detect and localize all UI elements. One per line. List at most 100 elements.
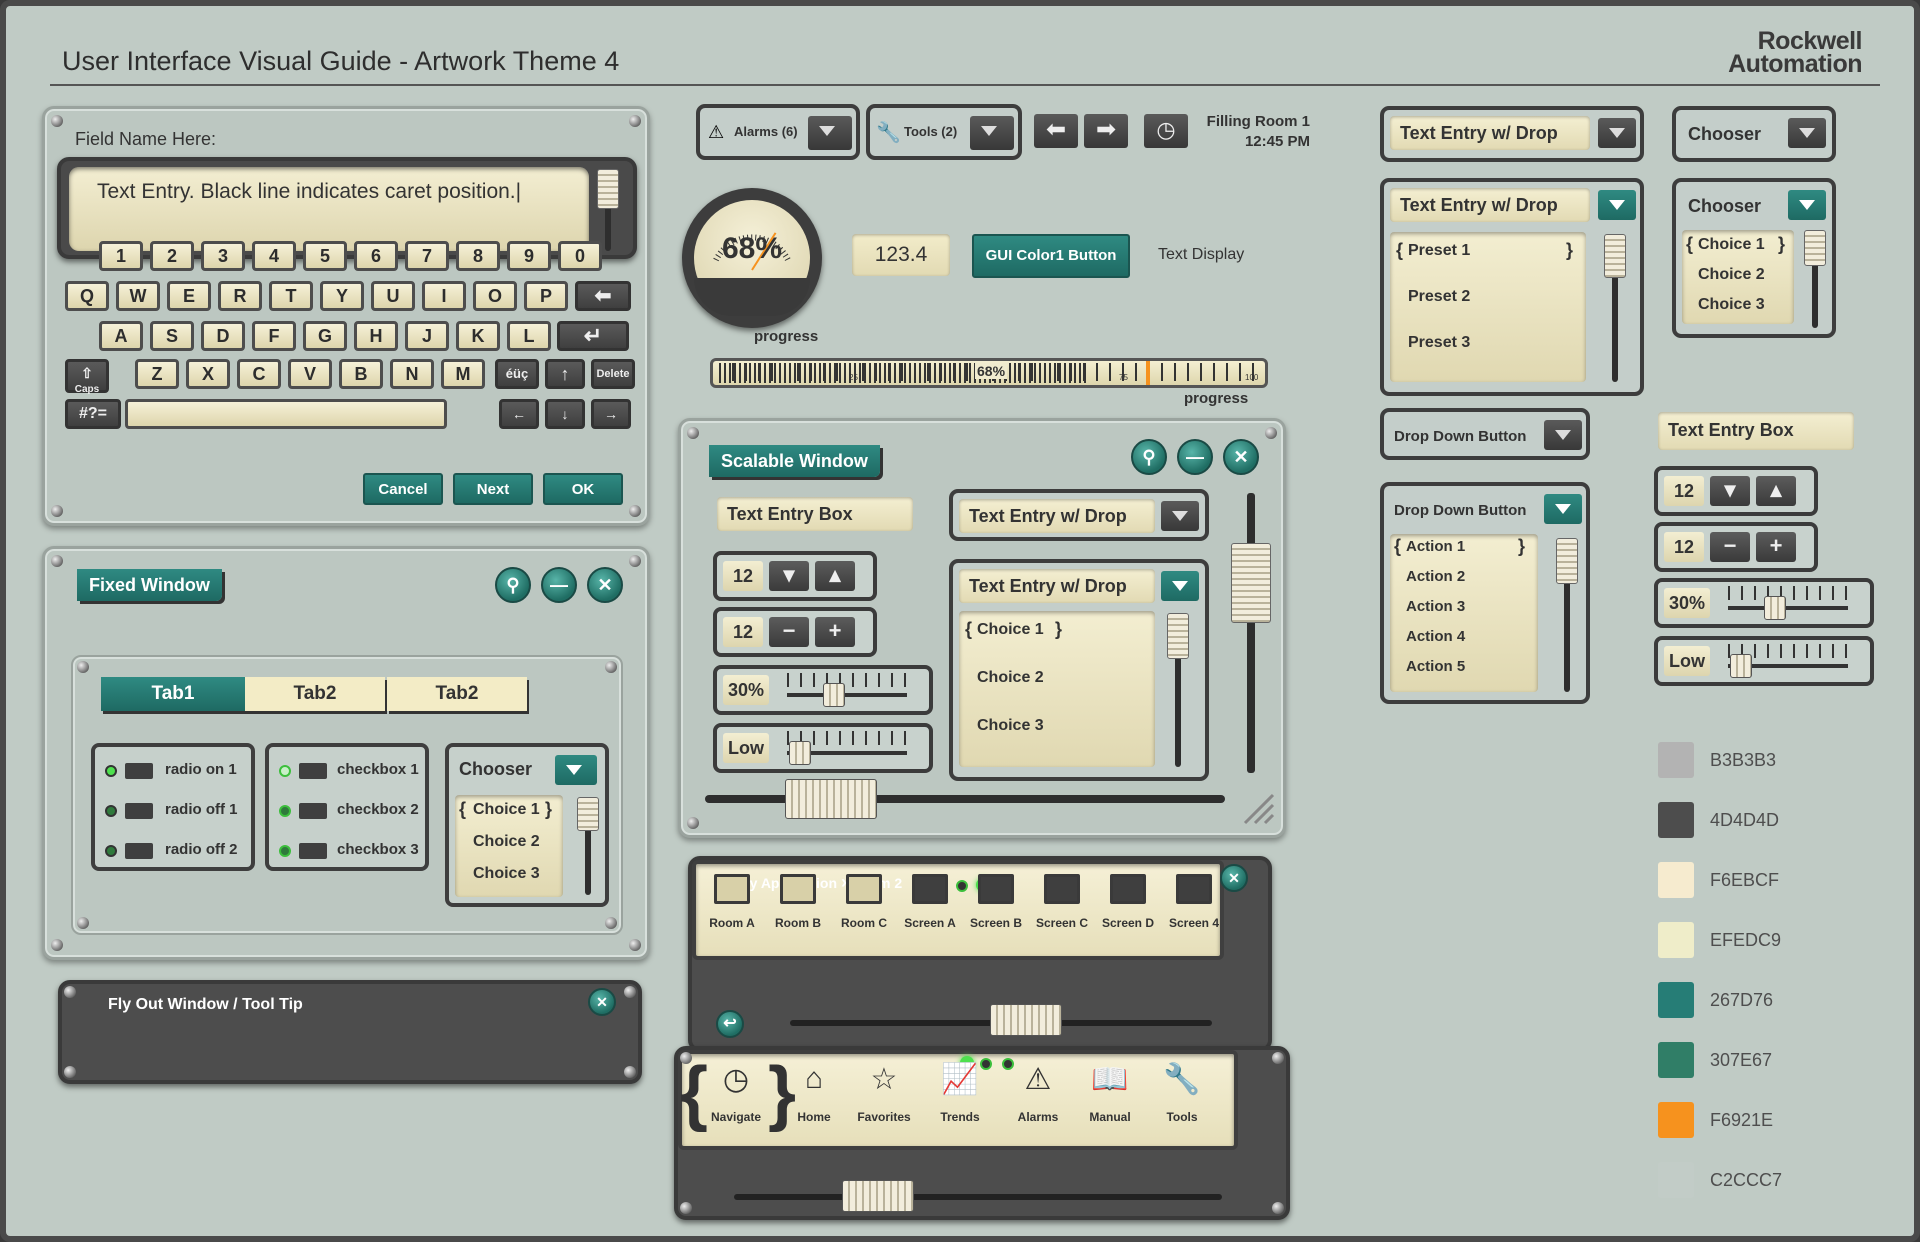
next-button[interactable]: Next: [453, 473, 533, 505]
preset-list[interactable]: { } Preset 1 Preset 2 Preset 3: [1390, 232, 1586, 382]
chevron-down-icon[interactable]: [1788, 118, 1826, 148]
text-entry-drop-field[interactable]: Text Entry w/ Drop: [959, 499, 1155, 533]
close-button[interactable]: ✕: [1223, 439, 1259, 475]
key-w[interactable]: W: [116, 281, 160, 311]
space-key[interactable]: [125, 399, 447, 429]
tab-1[interactable]: Tab1: [101, 677, 245, 711]
close-button[interactable]: ✕: [587, 567, 623, 603]
choice-item[interactable]: Choice 2: [473, 833, 540, 851]
room-icon[interactable]: [780, 874, 816, 904]
choice-list[interactable]: { } Choice 1 Choice 2 Choice 3: [959, 611, 1155, 767]
key-s[interactable]: S: [150, 321, 194, 351]
screen-icon[interactable]: [978, 874, 1014, 904]
app-item-label[interactable]: Screen D: [1096, 916, 1160, 930]
radio-indicator[interactable]: [105, 805, 117, 817]
nav-scroll-track[interactable]: [734, 1194, 1222, 1200]
text-entry-drop-field[interactable]: Text Entry w/ Drop: [959, 569, 1155, 603]
caps-key[interactable]: ⇧ Caps: [65, 359, 109, 395]
slider-track[interactable]: [1728, 606, 1848, 610]
nav-item-label[interactable]: Tools: [1148, 1110, 1216, 1124]
up-arrow-button[interactable]: ▴: [815, 561, 855, 591]
key-4[interactable]: 4: [252, 241, 296, 271]
slider-thumb[interactable]: [823, 683, 845, 707]
text-entry-box-right[interactable]: Text Entry Box: [1658, 412, 1854, 450]
key-7[interactable]: 7: [405, 241, 449, 271]
key-8[interactable]: 8: [456, 241, 500, 271]
chooser-right[interactable]: Chooser: [1672, 106, 1836, 162]
cancel-button[interactable]: Cancel: [363, 473, 443, 505]
delete-key[interactable]: Delete: [591, 359, 635, 389]
room-icon[interactable]: [846, 874, 882, 904]
chevron-down-icon[interactable]: [1598, 118, 1636, 148]
choice-item[interactable]: Choice 1: [1698, 236, 1765, 254]
checkbox-button[interactable]: [299, 843, 327, 859]
trend-icon[interactable]: 📈: [940, 1062, 980, 1097]
down-arrow-button[interactable]: ▾: [1710, 476, 1750, 506]
radio-button[interactable]: [125, 843, 153, 859]
ok-button[interactable]: OK: [543, 473, 623, 505]
key-n[interactable]: N: [390, 359, 434, 389]
key-p[interactable]: P: [524, 281, 568, 311]
screen-icon[interactable]: [912, 874, 948, 904]
screen-icon[interactable]: [1044, 874, 1080, 904]
key-r[interactable]: R: [218, 281, 262, 311]
app-item-label[interactable]: Room C: [832, 916, 896, 930]
minus-button[interactable]: −: [1710, 532, 1750, 562]
horizontal-slider-track[interactable]: [705, 795, 1225, 803]
key-9[interactable]: 9: [507, 241, 551, 271]
resize-grip-icon[interactable]: [1241, 791, 1277, 827]
choice-item[interactable]: Choice 3: [977, 717, 1044, 735]
plus-button[interactable]: +: [1756, 532, 1796, 562]
gui-color-button[interactable]: GUI Color1 Button: [972, 234, 1130, 278]
key-3[interactable]: 3: [201, 241, 245, 271]
chevron-down-icon[interactable]: [1544, 494, 1582, 524]
tools-dropdown[interactable]: 🔧 Tools (2): [866, 104, 1022, 160]
choice-item[interactable]: Choice 2: [977, 669, 1044, 687]
vertical-slider-thumb[interactable]: [1231, 543, 1271, 623]
key-f[interactable]: F: [252, 321, 296, 351]
text-entry-input[interactable]: Text Entry. Black line indicates caret p…: [69, 167, 589, 251]
app-item-label[interactable]: Screen A: [898, 916, 962, 930]
spin-value[interactable]: 12: [1664, 532, 1704, 562]
key-i[interactable]: I: [422, 281, 466, 311]
horizontal-slider-thumb[interactable]: [785, 779, 877, 819]
app-close-button[interactable]: ✕: [1220, 864, 1248, 892]
flyout-close-button[interactable]: ✕: [588, 988, 616, 1016]
screen-icon[interactable]: [1176, 874, 1212, 904]
app-item-label[interactable]: Screen C: [1030, 916, 1094, 930]
spin-value[interactable]: 12: [723, 617, 763, 647]
clock-button[interactable]: ◷: [1144, 114, 1188, 148]
backspace-key[interactable]: ⬅: [575, 281, 631, 311]
down-arrow-key[interactable]: ↓: [545, 399, 585, 429]
nav-item-label[interactable]: Home: [780, 1110, 848, 1124]
radio-button[interactable]: [125, 763, 153, 779]
vertical-slider-track[interactable]: [1247, 493, 1255, 773]
tab-2[interactable]: Tab2: [245, 677, 385, 711]
key-e[interactable]: E: [167, 281, 211, 311]
slider-thumb[interactable]: [1764, 596, 1786, 620]
return-button[interactable]: ↩: [716, 1010, 744, 1038]
chevron-down-icon[interactable]: [555, 755, 597, 785]
warning-icon[interactable]: ⚠: [1018, 1062, 1058, 1097]
checkbox-button[interactable]: [299, 803, 327, 819]
choice-item[interactable]: Choice 3: [1698, 296, 1765, 314]
checkbox-indicator[interactable]: [279, 765, 291, 777]
drop-down-button[interactable]: Drop Down Button: [1380, 408, 1590, 460]
checkbox-button[interactable]: [299, 763, 327, 779]
key-1[interactable]: 1: [99, 241, 143, 271]
key-g[interactable]: G: [303, 321, 347, 351]
checkbox-indicator[interactable]: [279, 845, 291, 857]
key-v[interactable]: V: [288, 359, 332, 389]
app-item-label[interactable]: Screen B: [964, 916, 1028, 930]
down-arrow-button[interactable]: ▾: [769, 561, 809, 591]
text-scroll-thumb[interactable]: [597, 169, 619, 209]
chevron-down-icon[interactable]: [1788, 190, 1826, 220]
navigate-icon[interactable]: ◷: [716, 1062, 756, 1097]
nav-item-label[interactable]: Navigate: [702, 1110, 770, 1124]
star-icon[interactable]: ☆: [864, 1062, 904, 1097]
key-x[interactable]: X: [186, 359, 230, 389]
radio-button[interactable]: [125, 803, 153, 819]
choice-item[interactable]: Choice 1: [473, 801, 540, 819]
back-button[interactable]: ⬅: [1034, 114, 1078, 148]
minus-button[interactable]: −: [769, 617, 809, 647]
